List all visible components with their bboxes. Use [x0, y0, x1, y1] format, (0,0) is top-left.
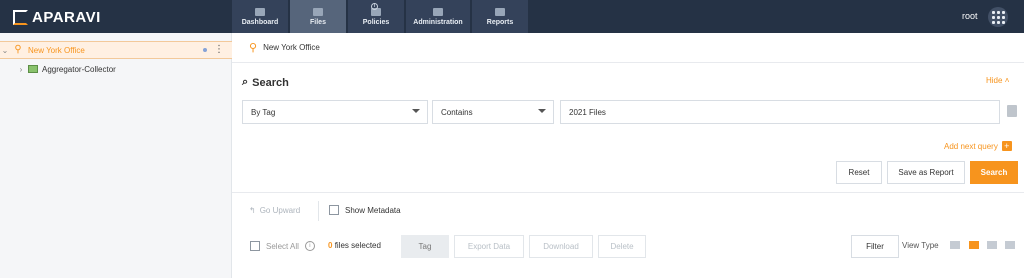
tree-node-label: New York Office: [28, 45, 85, 55]
tab-files-label: Files: [310, 18, 326, 26]
app-logo[interactable]: APARAVI: [13, 8, 101, 26]
caret-down-icon: [538, 109, 546, 113]
select-all-control[interactable]: Select All i: [250, 241, 315, 251]
network-node-icon: ⚲: [14, 44, 22, 55]
download-button[interactable]: Download: [529, 235, 593, 258]
sidebar-tree: ⌄ ⚲ New York Office ⋮ › Aggregator-Colle…: [0, 33, 232, 278]
tab-administration[interactable]: Administration: [406, 0, 470, 33]
list-view-icon[interactable]: [950, 241, 960, 249]
info-icon[interactable]: i: [371, 3, 378, 10]
top-navigation-bar: APARAVI Dashboard Files i Policies Admin…: [0, 0, 1024, 33]
main-nav: Dashboard Files i Policies Administratio…: [232, 0, 528, 33]
chevron-right-icon[interactable]: ›: [16, 65, 26, 74]
tab-policies-label: Policies: [362, 18, 390, 26]
network-node-icon: ⚲: [249, 42, 258, 54]
breadcrumb-current[interactable]: New York Office: [263, 43, 320, 52]
users-icon: [433, 7, 443, 16]
reports-icon: [495, 7, 505, 16]
breadcrumb: ⚲ New York Office: [249, 41, 320, 54]
grid-view-icon[interactable]: [987, 241, 997, 249]
tab-files[interactable]: Files i: [290, 0, 378, 33]
tab-administration-label: Administration: [413, 18, 463, 26]
brand-name: APARAVI: [32, 8, 101, 26]
tab-reports[interactable]: Reports: [472, 0, 528, 33]
apps-grid-icon[interactable]: [988, 7, 1008, 27]
query-field-select[interactable]: By Tag: [242, 100, 428, 124]
file-toolbar: ↰ Go Upward Show Metadata: [232, 193, 1024, 231]
hide-search-toggle[interactable]: Hide ˄: [986, 76, 1009, 85]
query-value-input[interactable]: 2021 Files: [560, 100, 1000, 124]
tag-button[interactable]: Tag: [401, 235, 449, 258]
view-type-label: View Type: [902, 241, 939, 250]
aparavi-logo-icon: [13, 9, 28, 25]
save-as-report-button[interactable]: Save as Report: [887, 161, 965, 184]
go-upward-button[interactable]: ↰ Go Upward: [249, 206, 300, 215]
tree-node-aggregator-collector[interactable]: › Aggregator-Collector: [0, 60, 232, 78]
tab-reports-label: Reports: [486, 18, 514, 26]
tab-dashboard[interactable]: Dashboard: [232, 0, 288, 33]
divider: [232, 62, 1024, 63]
more-vertical-icon[interactable]: ⋮: [214, 44, 224, 55]
select-all-checkbox[interactable]: [250, 241, 260, 251]
selection-count: 0 files selected: [328, 241, 381, 250]
tree-node-label: Aggregator-Collector: [42, 64, 116, 74]
search-button[interactable]: Search: [970, 161, 1018, 184]
search-title: Search: [252, 76, 289, 89]
chevron-up-icon: ˄: [1004, 76, 1010, 85]
status-dot: [203, 48, 207, 52]
add-next-query[interactable]: Add next query +: [944, 141, 1012, 151]
reset-button[interactable]: Reset: [836, 161, 882, 184]
search-icon: ⌕: [242, 76, 249, 88]
tab-dashboard-label: Dashboard: [241, 18, 279, 26]
computer-icon: [28, 65, 38, 73]
trash-icon[interactable]: [1007, 105, 1017, 117]
tree-node-new-york-office[interactable]: ⌄ ⚲ New York Office ⋮: [0, 41, 232, 59]
filter-button[interactable]: Filter: [851, 235, 899, 258]
show-metadata-toggle[interactable]: Show Metadata: [329, 205, 401, 215]
query-operator-select[interactable]: Contains: [432, 100, 554, 124]
delete-button[interactable]: Delete: [598, 235, 646, 258]
chevron-down-icon[interactable]: ⌄: [0, 46, 10, 55]
toolbar-separator: [318, 201, 319, 221]
folder-icon: [313, 7, 323, 16]
tile-view-icon[interactable]: [1005, 241, 1015, 249]
caret-down-icon: [412, 109, 420, 113]
selected-count: 0: [328, 241, 333, 250]
info-icon[interactable]: i: [304, 241, 315, 251]
files-main-panel: ⚲ New York Office ⌕ Search Hide ˄ By Tag…: [232, 33, 1024, 278]
current-user[interactable]: root: [962, 11, 978, 21]
plus-icon: +: [1001, 141, 1012, 151]
show-metadata-checkbox[interactable]: [329, 205, 339, 215]
arrow-up-icon: ↰: [249, 206, 256, 215]
selected-count-label: files selected: [334, 241, 381, 250]
detail-list-view-icon[interactable]: [969, 241, 979, 249]
search-heading: ⌕ Search: [242, 76, 289, 89]
export-data-button[interactable]: Export Data: [454, 235, 524, 258]
dashboard-icon: [255, 7, 265, 16]
